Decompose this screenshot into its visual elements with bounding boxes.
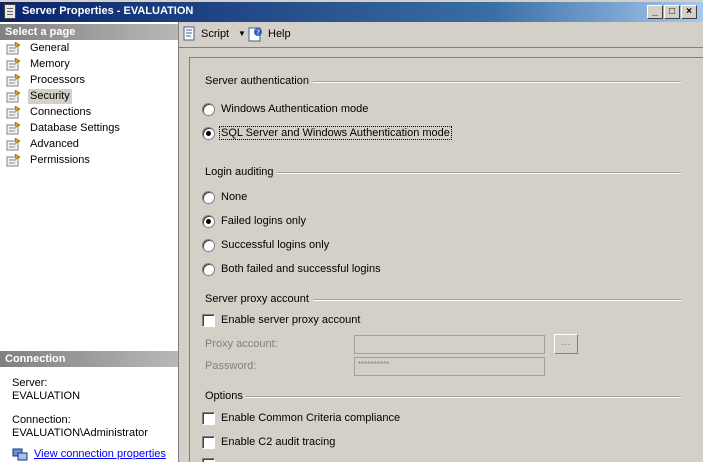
server-proxy-title: Server proxy account bbox=[205, 293, 309, 305]
server-authentication-title: Server authentication bbox=[205, 75, 309, 87]
chevron-down-icon[interactable]: ▼ bbox=[238, 25, 246, 43]
page-icon bbox=[6, 90, 21, 103]
windows-auth-radio[interactable] bbox=[202, 103, 215, 116]
minimize-button[interactable]: _ bbox=[647, 5, 663, 19]
audit-both-radio[interactable] bbox=[202, 263, 215, 276]
group-divider bbox=[277, 172, 681, 174]
connection-properties-icon bbox=[12, 448, 28, 461]
audit-none-label[interactable]: None bbox=[221, 191, 247, 203]
c2-audit-label[interactable]: Enable C2 audit tracing bbox=[221, 436, 335, 448]
server-icon bbox=[4, 4, 16, 19]
options-title: Options bbox=[205, 390, 243, 402]
connection-value: EVALUATION\Administrator bbox=[12, 427, 148, 439]
password-label: Password: bbox=[205, 360, 257, 372]
group-divider bbox=[313, 299, 681, 301]
help-label: Help bbox=[268, 28, 291, 40]
close-button[interactable]: × bbox=[681, 5, 697, 19]
group-divider bbox=[313, 81, 681, 83]
page-icon bbox=[6, 154, 21, 167]
svg-text:?: ? bbox=[256, 29, 260, 37]
enable-proxy-checkbox[interactable] bbox=[202, 314, 215, 327]
maximize-button[interactable]: □ bbox=[664, 5, 680, 19]
group-divider bbox=[246, 396, 681, 398]
proxy-account-field[interactable] bbox=[354, 335, 545, 354]
audit-none-radio[interactable] bbox=[202, 191, 215, 204]
help-icon: ? bbox=[248, 27, 262, 42]
audit-successful-label[interactable]: Successful logins only bbox=[221, 239, 329, 251]
window-title: Server Properties - EVALUATION bbox=[22, 5, 194, 17]
enable-proxy-label[interactable]: Enable server proxy account bbox=[221, 314, 360, 326]
page-item-label: Security bbox=[28, 89, 72, 104]
windows-auth-label[interactable]: Windows Authentication mode bbox=[221, 103, 368, 115]
page-item-label: Memory bbox=[30, 58, 70, 70]
page-item-label: Processors bbox=[30, 74, 86, 86]
server-value: EVALUATION bbox=[12, 390, 81, 402]
page-item-label: Connections bbox=[30, 106, 92, 118]
page-item-label: Advanced bbox=[30, 138, 79, 150]
script-icon bbox=[183, 26, 195, 41]
select-page-header: Select a page bbox=[0, 24, 178, 40]
toolbar: Script ▼ ? Help bbox=[179, 22, 703, 48]
script-label: Script bbox=[201, 28, 230, 40]
sql-windows-auth-radio[interactable] bbox=[202, 127, 215, 140]
title-bar[interactable]: Server Properties - EVALUATION _ □ × bbox=[0, 2, 703, 22]
proxy-account-label: Proxy account: bbox=[205, 338, 278, 350]
login-auditing-title: Login auditing bbox=[205, 166, 274, 178]
audit-both-label[interactable]: Both failed and successful logins bbox=[221, 263, 381, 275]
view-connection-properties-text: View connection properties bbox=[34, 448, 166, 460]
audit-failed-radio[interactable] bbox=[202, 215, 215, 228]
next-option-checkbox[interactable] bbox=[202, 458, 215, 462]
connection-header: Connection bbox=[0, 351, 178, 367]
server-properties-window: Server Properties - EVALUATION _ □ × Sel… bbox=[0, 0, 703, 462]
common-criteria-label[interactable]: Enable Common Criteria compliance bbox=[221, 412, 400, 424]
browse-proxy-button[interactable]: ... bbox=[554, 334, 578, 354]
page-item-label: General bbox=[30, 42, 70, 54]
c2-audit-checkbox[interactable] bbox=[202, 436, 215, 449]
page-icon bbox=[6, 74, 21, 87]
left-pane: Select a page General Memory Processors … bbox=[0, 22, 179, 462]
connection-label: Connection: bbox=[12, 414, 71, 426]
page-icon bbox=[6, 106, 21, 119]
sql-windows-auth-label[interactable]: SQL Server and Windows Authentication mo… bbox=[219, 126, 452, 140]
common-criteria-checkbox[interactable] bbox=[202, 412, 215, 425]
password-field[interactable]: ********** bbox=[354, 357, 545, 376]
page-icon bbox=[6, 138, 21, 151]
page-icon bbox=[6, 122, 21, 135]
server-label: Server: bbox=[12, 377, 48, 389]
audit-failed-label[interactable]: Failed logins only bbox=[221, 215, 306, 227]
password-value: ********** bbox=[358, 360, 390, 369]
audit-successful-radio[interactable] bbox=[202, 239, 215, 252]
page-item-label: Permissions bbox=[30, 154, 90, 166]
page-icon bbox=[6, 58, 21, 71]
page-icon bbox=[6, 42, 21, 55]
page-item-label: Database Settings bbox=[30, 122, 120, 134]
